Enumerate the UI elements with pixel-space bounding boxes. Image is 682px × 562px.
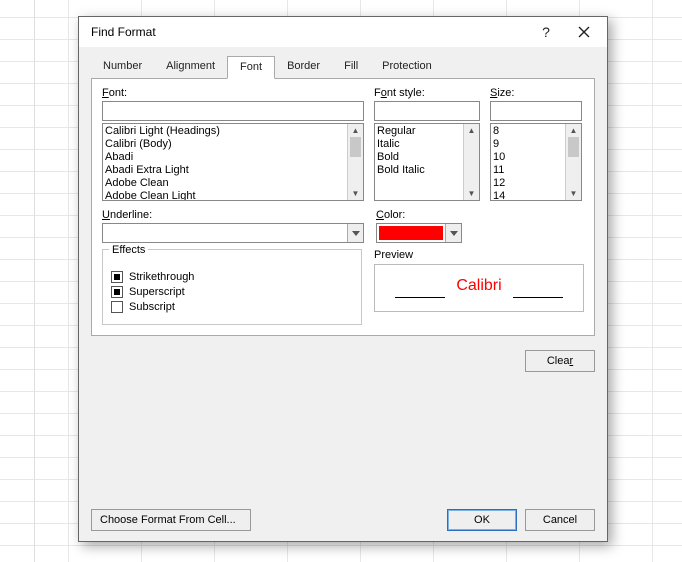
font-list-item[interactable]: Calibri (Body) xyxy=(105,138,345,151)
font-style-list-item[interactable]: Bold xyxy=(377,151,461,164)
font-list[interactable]: Calibri Light (Headings) Calibri (Body) … xyxy=(102,123,364,201)
underline-combo[interactable] xyxy=(102,223,364,243)
color-combo[interactable] xyxy=(376,223,462,243)
preview-text: Calibri xyxy=(456,277,501,295)
font-list-item[interactable]: Calibri Light (Headings) xyxy=(105,125,345,138)
size-list-item[interactable]: 14 xyxy=(493,190,563,200)
checkbox-icon xyxy=(111,301,123,313)
tab-protection[interactable]: Protection xyxy=(370,56,444,79)
dialog-title: Find Format xyxy=(91,25,527,39)
size-list-item[interactable]: 9 xyxy=(493,138,563,151)
size-textbox[interactable] xyxy=(490,101,582,121)
color-label: Color: xyxy=(376,209,462,221)
subscript-label: Subscript xyxy=(129,301,175,313)
font-panel: Font: Calibri Light (Headings) Calibri (… xyxy=(91,78,595,336)
scroll-down-icon[interactable]: ▼ xyxy=(348,187,363,200)
preview-baseline xyxy=(395,297,445,298)
font-style-list-item[interactable]: Regular xyxy=(377,125,461,138)
scroll-up-icon[interactable]: ▲ xyxy=(464,124,479,137)
font-list-item[interactable]: Adobe Clean xyxy=(105,177,345,190)
font-style-list-item[interactable]: Bold Italic xyxy=(377,164,461,177)
font-list-scrollbar[interactable]: ▲ ▼ xyxy=(347,124,363,200)
close-button[interactable] xyxy=(565,18,603,46)
underline-dropdown-button[interactable] xyxy=(347,224,363,242)
scroll-thumb[interactable] xyxy=(350,137,361,157)
size-list-item[interactable]: 10 xyxy=(493,151,563,164)
size-label: Size: xyxy=(490,87,582,99)
tab-alignment[interactable]: Alignment xyxy=(154,56,227,79)
superscript-label: Superscript xyxy=(129,286,185,298)
underline-value xyxy=(103,224,347,242)
scroll-thumb[interactable] xyxy=(568,137,579,157)
size-list-item[interactable]: 12 xyxy=(493,177,563,190)
cancel-button[interactable]: Cancel xyxy=(525,509,595,531)
dialog-button-row: Choose Format From Cell... OK Cancel xyxy=(79,501,607,541)
font-list-item[interactable]: Abadi Extra Light xyxy=(105,164,345,177)
help-button[interactable]: ? xyxy=(527,18,565,46)
underline-label: Underline: xyxy=(102,209,364,221)
preview-baseline xyxy=(513,297,563,298)
effects-group: Effects Strikethrough Superscript Subscr… xyxy=(102,249,362,325)
style-list-scrollbar[interactable]: ▲ ▼ xyxy=(463,124,479,200)
tab-font[interactable]: Font xyxy=(227,56,275,79)
font-style-label: Font style: xyxy=(374,87,480,99)
font-label: Font: xyxy=(102,87,364,99)
font-list-item[interactable]: Abadi xyxy=(105,151,345,164)
tab-strip: Number Alignment Font Border Fill Protec… xyxy=(79,47,607,78)
strikethrough-label: Strikethrough xyxy=(129,271,194,283)
font-style-textbox[interactable] xyxy=(374,101,480,121)
tab-fill[interactable]: Fill xyxy=(332,56,370,79)
choose-format-from-cell-button[interactable]: Choose Format From Cell... xyxy=(91,509,251,531)
font-style-list[interactable]: Regular Italic Bold Bold Italic ▲ ▼ xyxy=(374,123,480,201)
checkbox-icon xyxy=(111,271,123,283)
chevron-down-icon xyxy=(450,231,458,236)
scroll-up-icon[interactable]: ▲ xyxy=(566,124,581,137)
size-list[interactable]: 8 9 10 11 12 14 ▲ ▼ xyxy=(490,123,582,201)
size-list-item[interactable]: 11 xyxy=(493,164,563,177)
titlebar: Find Format ? xyxy=(79,17,607,47)
strikethrough-checkbox[interactable]: Strikethrough xyxy=(111,271,353,283)
font-textbox[interactable] xyxy=(102,101,364,121)
subscript-checkbox[interactable]: Subscript xyxy=(111,301,353,313)
preview-label: Preview xyxy=(374,249,584,261)
effects-legend: Effects xyxy=(109,244,148,256)
close-icon xyxy=(578,26,590,38)
preview-group: Preview Calibri xyxy=(374,249,584,325)
font-style-list-item[interactable]: Italic xyxy=(377,138,461,151)
scroll-down-icon[interactable]: ▼ xyxy=(464,187,479,200)
tab-border[interactable]: Border xyxy=(275,56,332,79)
scroll-up-icon[interactable]: ▲ xyxy=(348,124,363,137)
tab-number[interactable]: Number xyxy=(91,56,154,79)
scroll-down-icon[interactable]: ▼ xyxy=(566,187,581,200)
color-dropdown-button[interactable] xyxy=(445,224,461,242)
font-list-item[interactable]: Adobe Clean Light xyxy=(105,190,345,200)
checkbox-icon xyxy=(111,286,123,298)
superscript-checkbox[interactable]: Superscript xyxy=(111,286,353,298)
chevron-down-icon xyxy=(352,231,360,236)
ok-button[interactable]: OK xyxy=(447,509,517,531)
preview-box: Calibri xyxy=(374,264,584,312)
find-format-dialog: Find Format ? Number Alignment Font Bord… xyxy=(78,16,608,542)
color-swatch xyxy=(379,226,443,240)
clear-button[interactable]: Clear xyxy=(525,350,595,372)
size-list-scrollbar[interactable]: ▲ ▼ xyxy=(565,124,581,200)
size-list-item[interactable]: 8 xyxy=(493,125,563,138)
